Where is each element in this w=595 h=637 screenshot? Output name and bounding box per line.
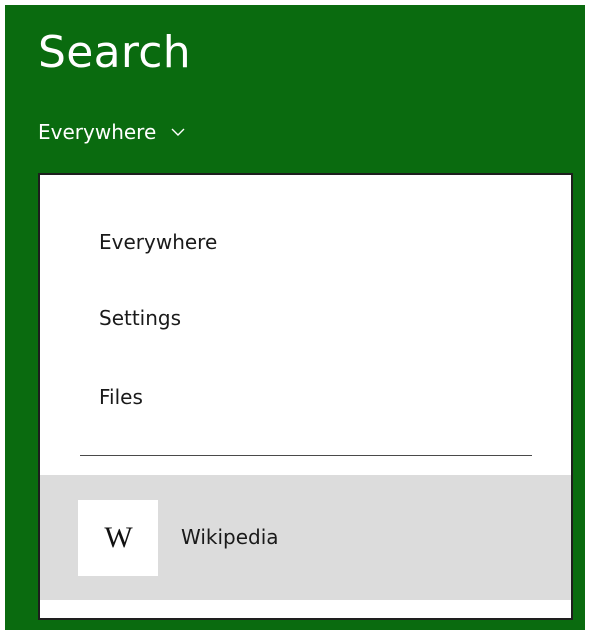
search-pane: Search Everywhere Everywhere Settings Fi… (5, 5, 585, 630)
search-scope-label: Everywhere (38, 120, 157, 144)
search-scope-dropdown[interactable]: Everywhere (38, 117, 186, 147)
chevron-down-icon (171, 128, 185, 136)
menu-item-wikipedia[interactable]: W Wikipedia (40, 475, 571, 600)
menu-item-settings[interactable]: Settings (99, 300, 181, 336)
menu-divider (80, 455, 532, 456)
wikipedia-logo-glyph: W (104, 521, 132, 554)
wikipedia-icon: W (78, 500, 158, 576)
page-title: Search (38, 27, 191, 78)
menu-item-everywhere[interactable]: Everywhere (99, 224, 217, 260)
search-scope-menu: Everywhere Settings Files W Wikipedia (38, 173, 573, 620)
menu-item-files[interactable]: Files (99, 379, 143, 415)
menu-item-wikipedia-label: Wikipedia (181, 525, 279, 549)
